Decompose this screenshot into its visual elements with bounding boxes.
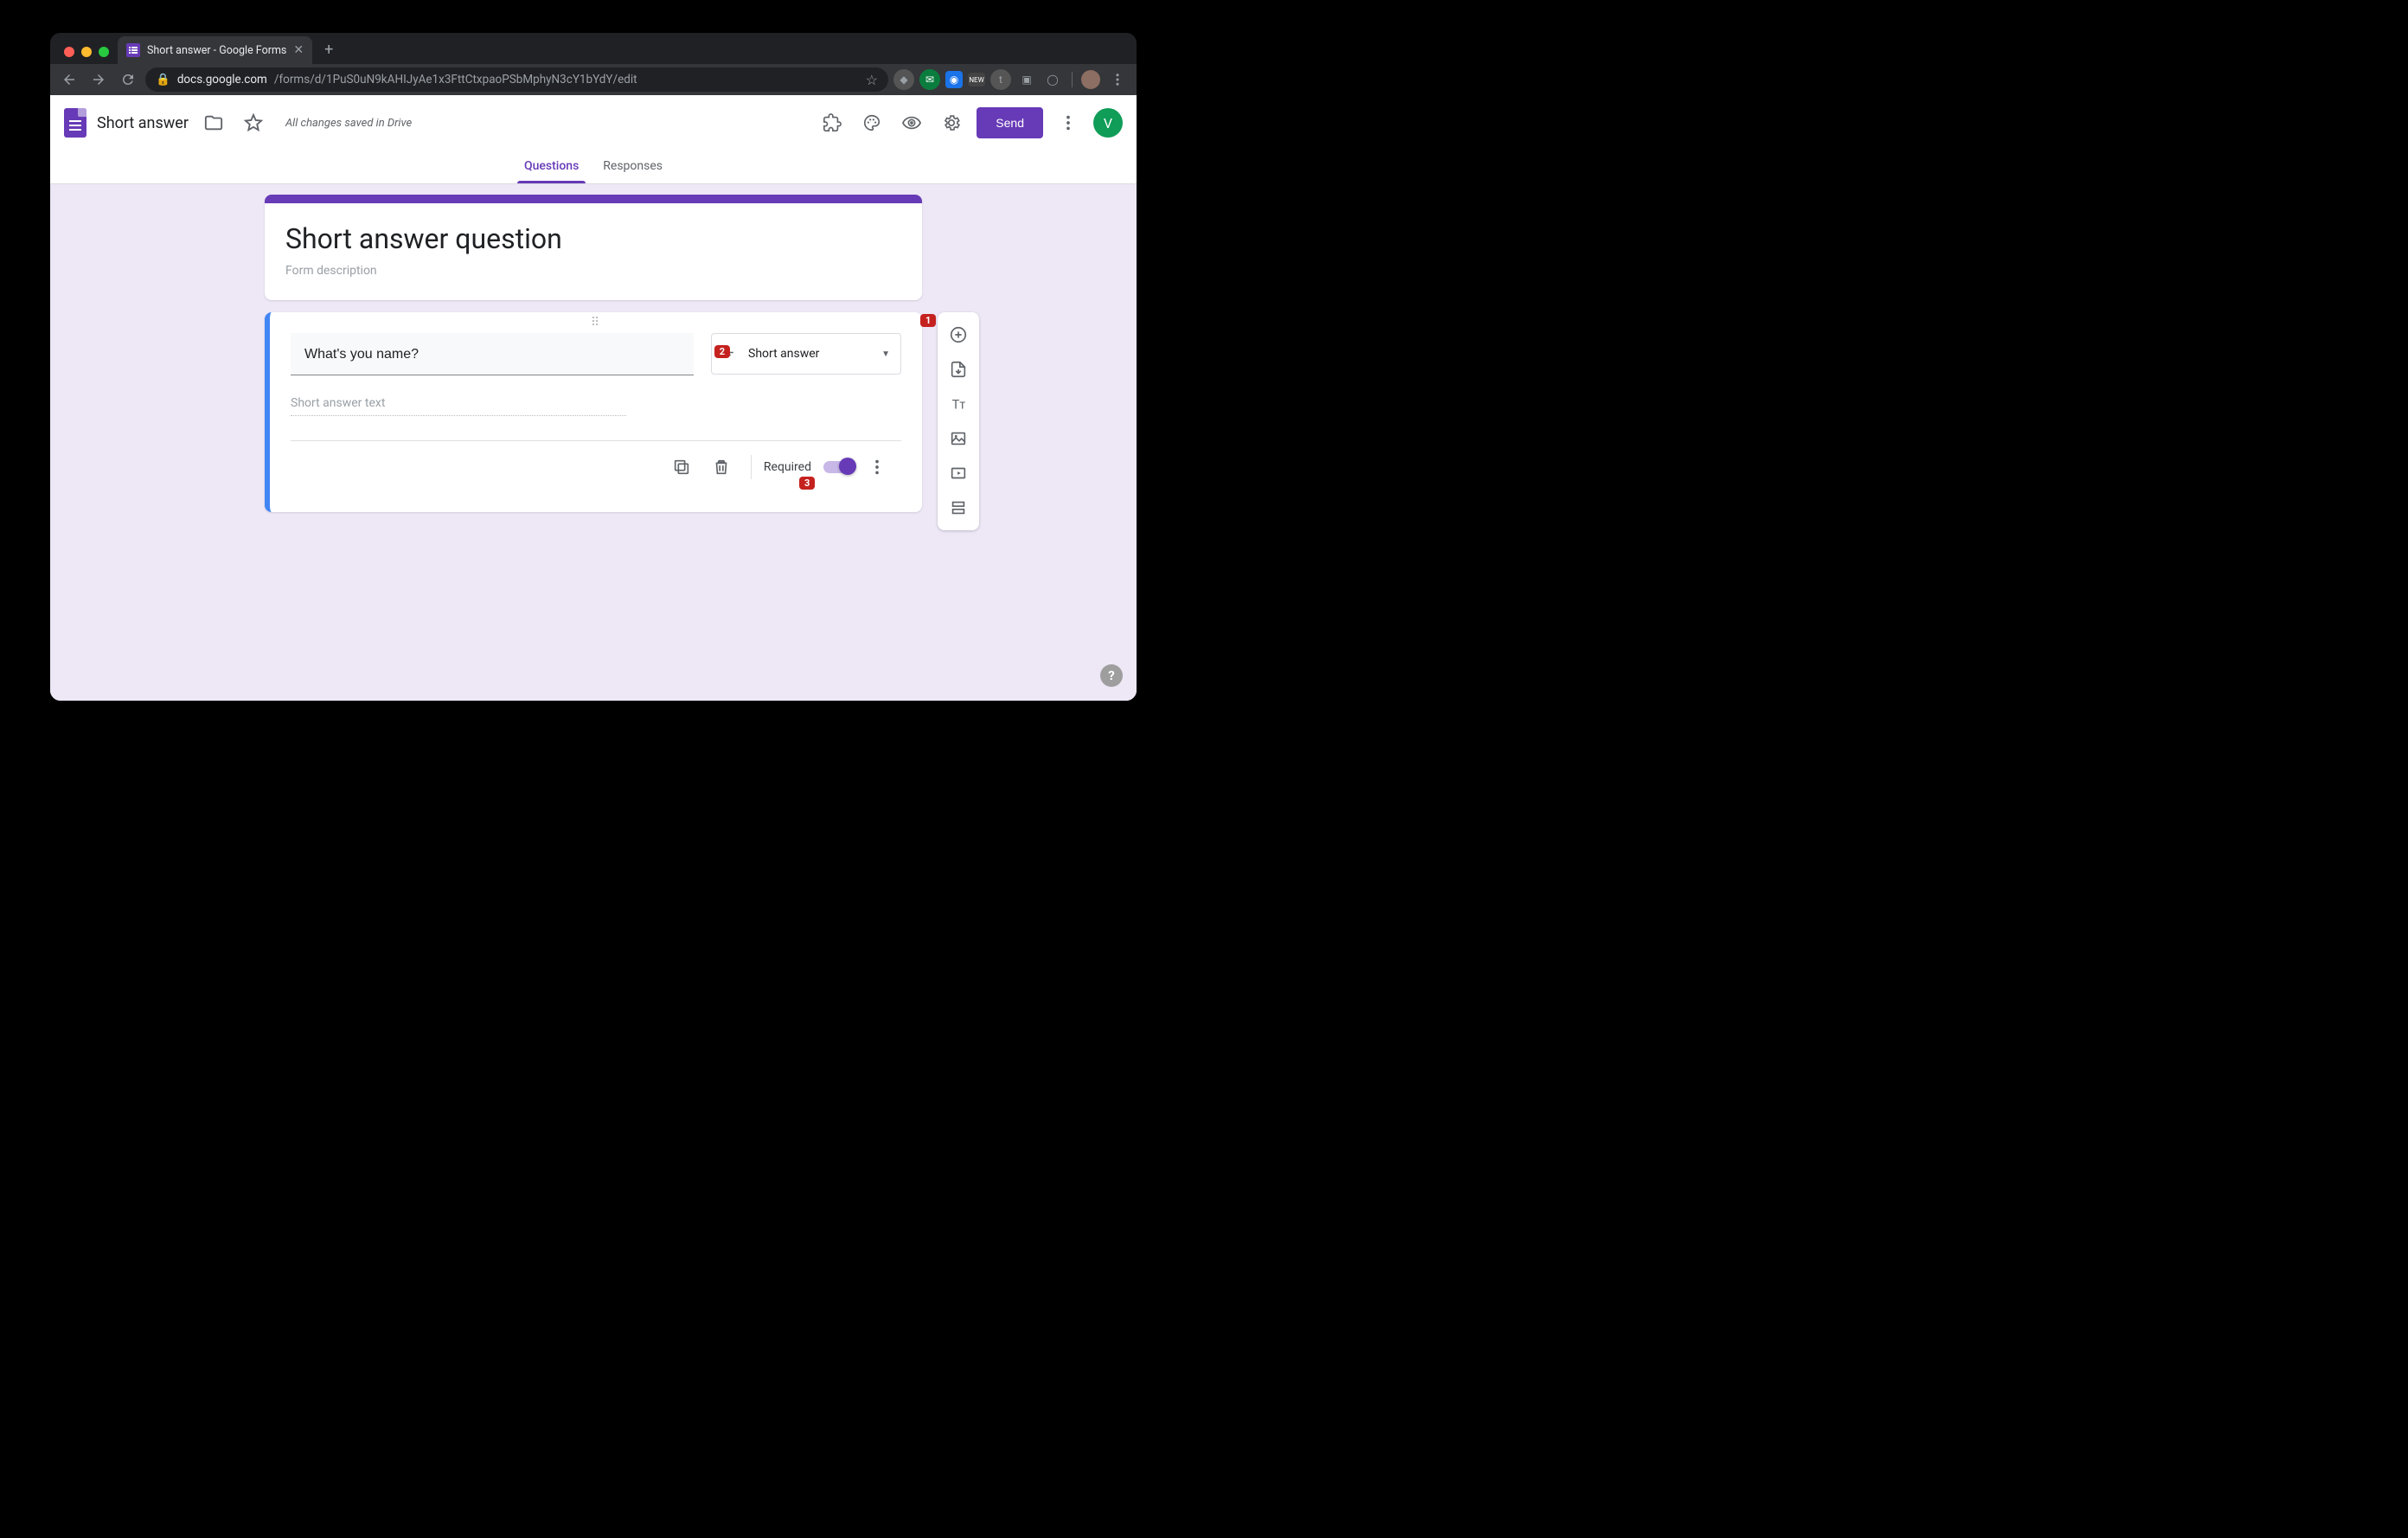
chevron-down-icon: ▼ — [881, 349, 890, 359]
question-more-icon[interactable] — [860, 450, 894, 484]
bookmark-star-icon[interactable]: ☆ — [866, 72, 878, 88]
addons-icon[interactable] — [817, 108, 847, 138]
maximize-window-icon[interactable] — [99, 47, 109, 57]
reload-button[interactable] — [116, 67, 140, 92]
add-video-icon[interactable] — [943, 458, 974, 489]
preview-icon[interactable] — [897, 108, 926, 138]
url-host: docs.google.com — [177, 73, 267, 87]
divider — [1072, 72, 1073, 87]
tab-bar: Short answer - Google Forms ✕ + — [50, 33, 1137, 64]
app-header: Short answer All changes saved in Drive … — [50, 95, 1137, 151]
lock-icon: 🔒 — [156, 73, 170, 87]
tab-responses[interactable]: Responses — [591, 151, 675, 183]
form-title[interactable]: Short answer question — [285, 222, 901, 255]
new-tab-button[interactable]: + — [312, 41, 345, 64]
minimize-window-icon[interactable] — [81, 47, 92, 57]
question-type-dropdown[interactable]: Short answer ▼ — [711, 333, 901, 375]
tab-close-icon[interactable]: ✕ — [293, 43, 304, 57]
svg-text:Tᴛ: Tᴛ — [952, 397, 966, 413]
question-input-wrap[interactable]: 2 — [291, 333, 694, 375]
divider — [751, 455, 752, 479]
add-title-icon[interactable]: Tᴛ — [943, 388, 974, 420]
browser-menu-icon[interactable] — [1105, 67, 1130, 92]
window-controls[interactable] — [57, 47, 118, 64]
profile-avatar[interactable] — [1081, 70, 1100, 89]
url-input[interactable]: 🔒 docs.google.com/forms/d/1PuS0uN9kAHIJy… — [145, 67, 888, 92]
forward-button[interactable] — [86, 67, 111, 92]
question-footer: Required 3 — [291, 441, 901, 495]
star-icon[interactable] — [239, 108, 268, 138]
tab-title: Short answer - Google Forms — [147, 44, 286, 57]
close-window-icon[interactable] — [64, 47, 74, 57]
send-button[interactable]: Send — [977, 107, 1043, 138]
short-answer-placeholder: Short answer text — [291, 396, 626, 416]
more-menu-icon[interactable] — [1054, 108, 1083, 138]
tabs-row: Questions Responses — [50, 151, 1137, 184]
extension-icon[interactable]: ▣ — [1016, 69, 1037, 90]
account-avatar[interactable]: V — [1093, 108, 1123, 138]
url-path: /forms/d/1PuS0uN9kAHIJyAe1x3FttCtxpaoPSb… — [274, 73, 637, 87]
extension-icon[interactable]: ◯ — [1042, 69, 1063, 90]
drag-handle-icon[interactable]: ⠿ — [270, 312, 922, 330]
required-label: Required — [764, 460, 811, 474]
palette-icon[interactable] — [857, 108, 887, 138]
move-to-folder-icon[interactable] — [199, 108, 228, 138]
annotation-badge-1: 1 — [920, 314, 936, 327]
save-status: All changes saved in Drive — [285, 117, 412, 130]
tab-questions[interactable]: Questions — [512, 151, 591, 183]
mail-extension-icon[interactable]: ✉ — [919, 69, 940, 90]
delete-icon[interactable] — [704, 450, 739, 484]
import-questions-icon[interactable] — [943, 354, 974, 385]
form-header-card[interactable]: Short answer question Form description — [265, 195, 922, 300]
annotation-badge-3: 3 — [799, 477, 815, 490]
form-canvas: Short answer question Form description ⠿… — [50, 184, 1137, 701]
forms-logo-icon[interactable] — [64, 108, 86, 138]
page-content: Short answer All changes saved in Drive … — [50, 95, 1137, 701]
back-button[interactable] — [57, 67, 81, 92]
extension-icon[interactable]: t — [990, 69, 1011, 90]
duplicate-icon[interactable] — [664, 450, 699, 484]
new-extension-icon[interactable]: NEW — [968, 73, 985, 87]
add-section-icon[interactable] — [943, 492, 974, 523]
question-card: ⠿ 2 Short answer ▼ — [265, 312, 922, 512]
annotation-badge-2: 2 — [714, 345, 730, 358]
form-description[interactable]: Form description — [285, 264, 901, 278]
required-toggle[interactable]: 3 — [823, 461, 855, 473]
address-bar: 🔒 docs.google.com/forms/d/1PuS0uN9kAHIJy… — [50, 64, 1137, 95]
help-button[interactable]: ? — [1100, 664, 1123, 687]
browser-tab[interactable]: Short answer - Google Forms ✕ — [118, 36, 312, 64]
drive-extension-icon[interactable]: ◆ — [893, 69, 914, 90]
settings-icon[interactable] — [937, 108, 966, 138]
forms-favicon — [126, 43, 140, 57]
side-toolbar: 1 Tᴛ — [938, 312, 979, 530]
browser-window: Short answer - Google Forms ✕ + 🔒 docs.g… — [50, 33, 1137, 701]
question-type-label: Short answer — [748, 347, 871, 361]
question-input[interactable] — [304, 347, 680, 362]
form-column: Short answer question Form description ⠿… — [265, 195, 922, 512]
document-title[interactable]: Short answer — [97, 114, 189, 132]
add-image-icon[interactable] — [943, 423, 974, 454]
add-question-icon[interactable] — [943, 319, 974, 350]
extension-icon[interactable]: ◉ — [945, 71, 963, 88]
